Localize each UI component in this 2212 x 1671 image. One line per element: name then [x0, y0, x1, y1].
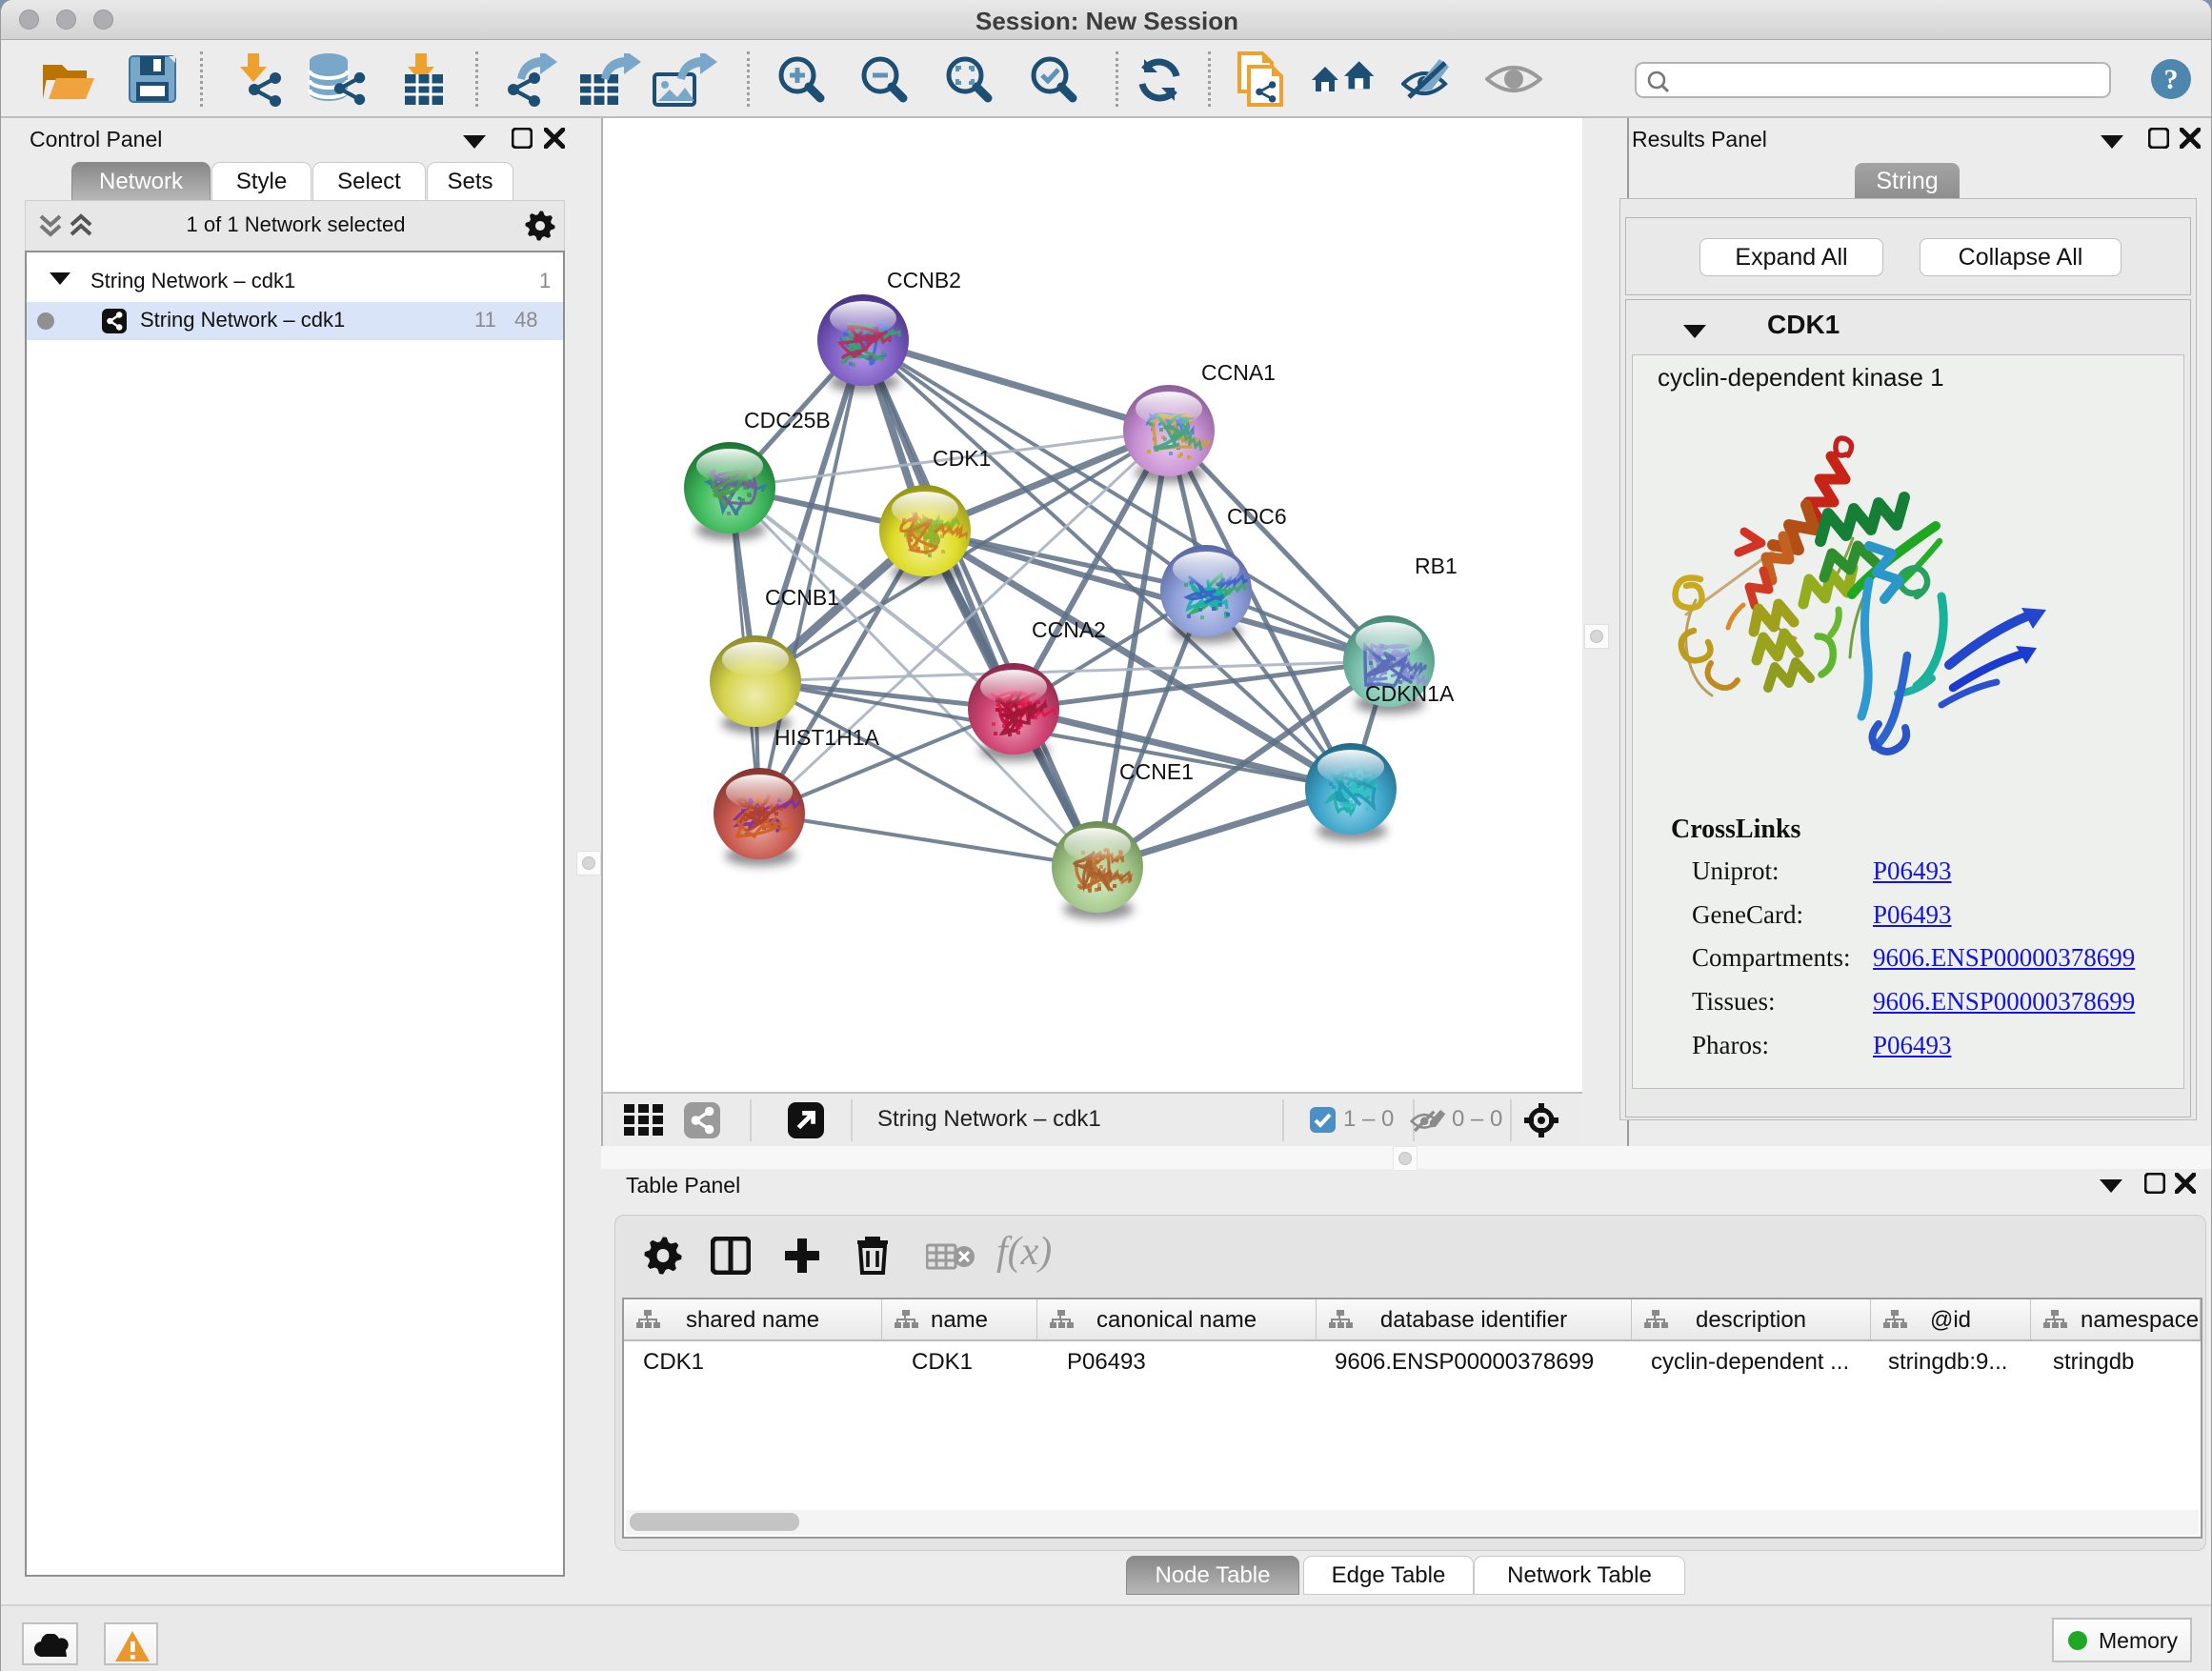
svg-text:CCNE1: CCNE1 — [1119, 759, 1194, 784]
svg-text:CDK1: CDK1 — [933, 446, 991, 471]
svg-text:CCNB1: CCNB1 — [765, 585, 839, 610]
svg-text:CDC25B: CDC25B — [744, 408, 831, 433]
svg-text:HIST1H1A: HIST1H1A — [774, 725, 880, 750]
svg-text:?: ? — [2164, 64, 2179, 95]
svg-text:RB1: RB1 — [1415, 554, 1458, 578]
svg-text:CDC6: CDC6 — [1227, 504, 1287, 529]
svg-text:CCNB2: CCNB2 — [887, 268, 961, 292]
svg-text:CDKN1A: CDKN1A — [1365, 681, 1455, 706]
svg-text:CCNA1: CCNA1 — [1201, 360, 1276, 385]
svg-text:CCNA2: CCNA2 — [1032, 617, 1106, 642]
